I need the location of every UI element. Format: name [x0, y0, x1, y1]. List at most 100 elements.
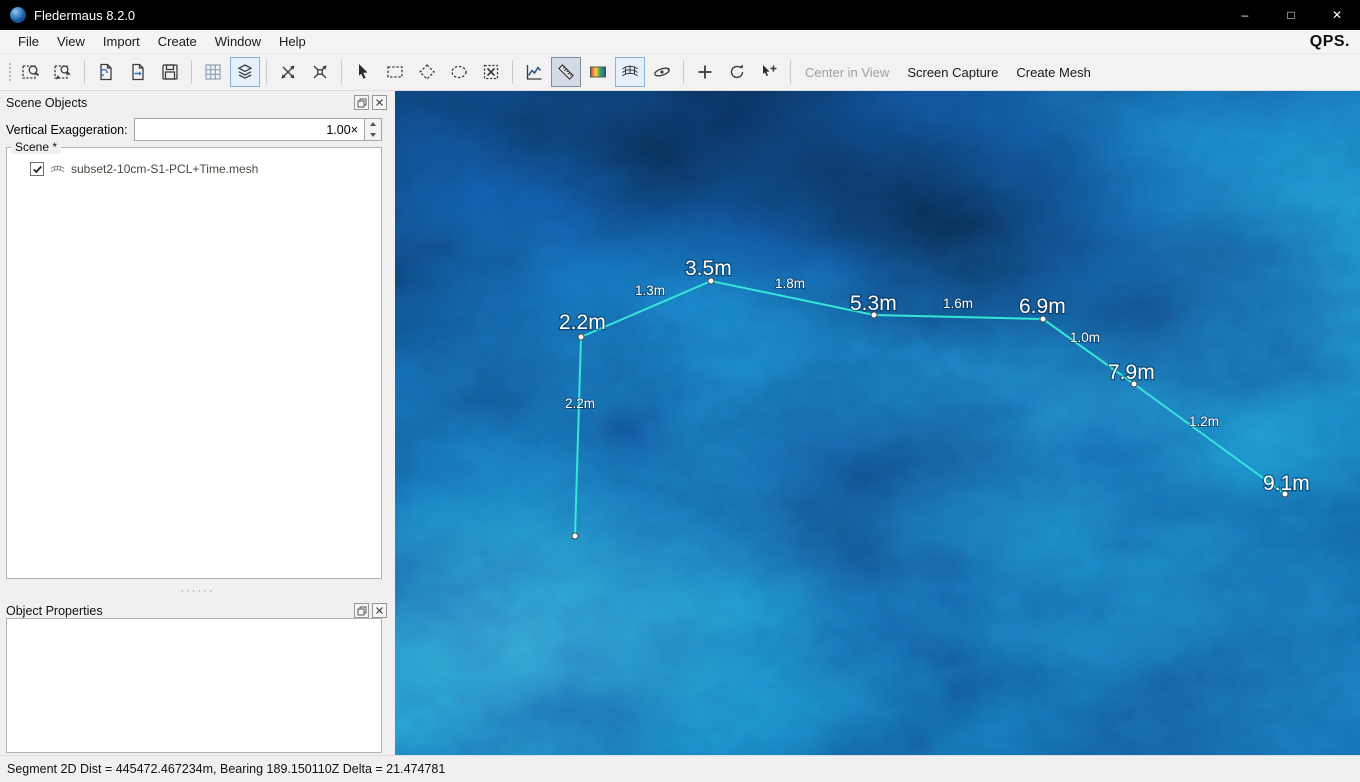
- colormap-button[interactable]: [583, 57, 613, 87]
- menu-window[interactable]: Window: [206, 31, 270, 52]
- object-properties-float-button[interactable]: [354, 603, 369, 618]
- measure-ruler-icon: [556, 62, 576, 82]
- zoom-extents-icon: [21, 62, 41, 82]
- window-controls: – □ ✕: [1222, 0, 1360, 30]
- rotate-axes-button[interactable]: [305, 57, 335, 87]
- minimize-button[interactable]: –: [1222, 0, 1268, 30]
- pointer-icon: [353, 62, 373, 82]
- toolbar-drag-handle[interactable]: [7, 61, 12, 83]
- shading-layers-button[interactable]: [230, 57, 260, 87]
- scene-objects-title: Scene Objects: [6, 96, 87, 110]
- menu-import[interactable]: Import: [94, 31, 149, 52]
- zoom-extents-button[interactable]: [16, 57, 46, 87]
- qps-logo: QPS.: [1310, 33, 1350, 51]
- statusbar: Segment 2D Dist = 445472.467234m, Bearin…: [0, 755, 1360, 782]
- panel-splitter-handle[interactable]: ······: [0, 585, 395, 597]
- measure-ruler-button[interactable]: [551, 57, 581, 87]
- svg-text:3.5m: 3.5m: [685, 257, 732, 280]
- rotate-axes-icon: [310, 62, 330, 82]
- scene-tree-groupbox: Scene * subset2-10cm-S1-PCL+Time.mesh: [6, 147, 382, 579]
- svg-text:6.9m: 6.9m: [1019, 295, 1066, 318]
- orbit-button[interactable]: [647, 57, 677, 87]
- measurement-overlay[interactable]: 2.2m3.5m5.3m6.9m7.9m9.1m1.3m1.8m1.6m1.0m…: [395, 91, 1360, 755]
- profile-button[interactable]: [519, 57, 549, 87]
- colormap-icon: [588, 62, 608, 82]
- refresh-icon: [727, 62, 747, 82]
- object-properties-header: Object Properties: [0, 599, 395, 619]
- float-panel-icon: [357, 606, 367, 616]
- refresh-button[interactable]: [722, 57, 752, 87]
- save-button[interactable]: [155, 57, 185, 87]
- svg-text:2.2m: 2.2m: [565, 396, 595, 411]
- svg-text:1.0m: 1.0m: [1070, 330, 1100, 345]
- maximize-button[interactable]: □: [1268, 0, 1314, 30]
- profile-icon: [524, 62, 544, 82]
- object-properties-box: [6, 618, 382, 753]
- object-properties-close-button[interactable]: [372, 603, 387, 618]
- menu-create[interactable]: Create: [149, 31, 206, 52]
- scene-3d-viewport[interactable]: 2.2m3.5m5.3m6.9m7.9m9.1m1.3m1.8m1.6m1.0m…: [395, 91, 1360, 755]
- clear-selection-button[interactable]: [476, 57, 506, 87]
- screen-capture-button[interactable]: Screen Capture: [907, 65, 998, 80]
- scene-tree-item[interactable]: subset2-10cm-S1-PCL+Time.mesh: [30, 162, 381, 176]
- grid-view-icon: [203, 62, 223, 82]
- swap-axes-button[interactable]: [273, 57, 303, 87]
- svg-text:5.3m: 5.3m: [850, 292, 897, 315]
- svg-text:9.1m: 9.1m: [1263, 472, 1310, 495]
- mesh-surface-icon: [620, 62, 640, 82]
- vertical-exaggeration-stepper: [365, 118, 382, 141]
- menu-view[interactable]: View: [48, 31, 94, 52]
- center-in-view-button[interactable]: Center in View: [805, 65, 889, 80]
- menubar: File View Import Create Window Help QPS.: [0, 30, 1360, 54]
- svg-text:1.2m: 1.2m: [1189, 414, 1219, 429]
- mesh-object-icon: [50, 163, 65, 175]
- scene-item-checkbox[interactable]: [30, 162, 44, 176]
- scene-item-label: subset2-10cm-S1-PCL+Time.mesh: [71, 162, 258, 176]
- svg-text:1.8m: 1.8m: [775, 276, 805, 291]
- save-icon: [160, 62, 180, 82]
- pick-add-icon: [759, 62, 779, 82]
- export-file-button[interactable]: [123, 57, 153, 87]
- toolbar-separator: [191, 60, 192, 84]
- toolbar-separator: [341, 60, 342, 84]
- vertical-exaggeration-input[interactable]: [134, 118, 365, 141]
- stepper-up-button[interactable]: [365, 119, 381, 130]
- toolbar-separator: [683, 60, 684, 84]
- toolbar: Center in View Screen Capture Create Mes…: [0, 54, 1360, 91]
- menu-help[interactable]: Help: [270, 31, 315, 52]
- status-text: Segment 2D Dist = 445472.467234m, Bearin…: [7, 762, 445, 776]
- grid-view-button[interactable]: [198, 57, 228, 87]
- select-rectangle-icon: [385, 62, 405, 82]
- zoom-selection-button[interactable]: [48, 57, 78, 87]
- vertical-exaggeration-label: Vertical Exaggeration:: [6, 123, 128, 137]
- export-file-icon: [128, 62, 148, 82]
- toolbar-separator: [84, 60, 85, 84]
- menu-file[interactable]: File: [9, 31, 48, 52]
- pointer-button[interactable]: [348, 57, 378, 87]
- close-button[interactable]: ✕: [1314, 0, 1360, 30]
- swap-axes-icon: [278, 62, 298, 82]
- select-ellipse-button[interactable]: [444, 57, 474, 87]
- add-point-icon: [695, 62, 715, 82]
- select-rectangle-button[interactable]: [380, 57, 410, 87]
- float-panel-icon: [357, 98, 367, 108]
- checkmark-icon: [32, 164, 43, 175]
- select-polygon-button[interactable]: [412, 57, 442, 87]
- import-file-button[interactable]: [91, 57, 121, 87]
- mesh-surface-button[interactable]: [615, 57, 645, 87]
- add-point-button[interactable]: [690, 57, 720, 87]
- select-ellipse-icon: [449, 62, 469, 82]
- toolbar-separator: [266, 60, 267, 84]
- scene-objects-float-button[interactable]: [354, 95, 369, 110]
- object-properties-title: Object Properties: [6, 604, 103, 618]
- svg-text:7.9m: 7.9m: [1108, 361, 1155, 384]
- stepper-down-button[interactable]: [365, 130, 381, 141]
- svg-text:2.2m: 2.2m: [559, 311, 606, 334]
- scene-objects-close-button[interactable]: [372, 95, 387, 110]
- window-title: Fledermaus 8.2.0: [34, 8, 135, 23]
- scene-objects-header: Scene Objects: [0, 91, 395, 111]
- create-mesh-button[interactable]: Create Mesh: [1016, 65, 1090, 80]
- shading-layers-icon: [235, 62, 255, 82]
- close-panel-icon: [375, 606, 384, 615]
- pick-add-button[interactable]: [754, 57, 784, 87]
